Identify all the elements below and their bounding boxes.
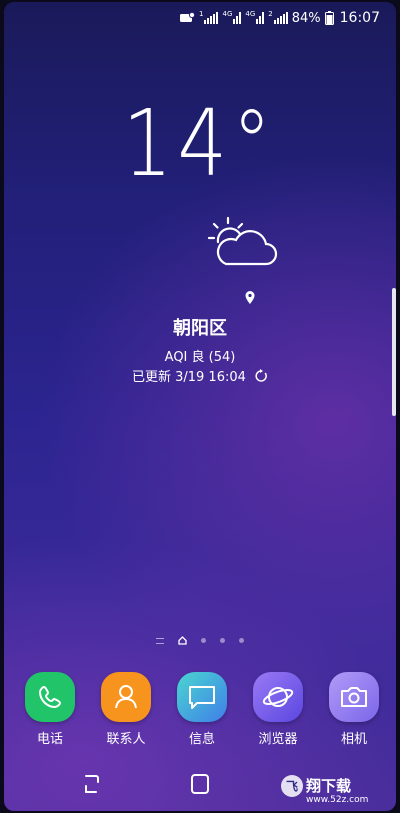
watermark-logo: 飞 翔下载 www.52z.com bbox=[278, 774, 384, 805]
battery-level: 84% bbox=[291, 10, 321, 26]
contacts-icon bbox=[101, 672, 151, 722]
sim1-signal-icon: 1 bbox=[199, 10, 219, 25]
temperature: 14° bbox=[123, 90, 277, 197]
home-page-icon[interactable] bbox=[178, 636, 187, 645]
status-bar: 1 4G 4G 2 84% 16:07 bbox=[4, 2, 396, 34]
status-clock: 16:07 bbox=[339, 10, 380, 26]
network-4g-icon: 4G bbox=[222, 10, 242, 25]
location-name: 朝阳区 bbox=[173, 318, 227, 339]
camera-icon bbox=[329, 672, 379, 722]
app-phone[interactable]: 电话 bbox=[12, 672, 88, 747]
messages-icon bbox=[177, 672, 227, 722]
sim2-signal-icon: 2 bbox=[268, 10, 288, 25]
partly-cloudy-icon bbox=[207, 216, 278, 266]
svg-text:飞: 飞 bbox=[286, 780, 298, 794]
recent-apps-icon[interactable] bbox=[80, 772, 104, 796]
app-contacts[interactable]: 联系人 bbox=[88, 672, 164, 747]
svg-text:翔下载: 翔下载 bbox=[305, 777, 351, 795]
app-label: 相机 bbox=[340, 732, 367, 747]
app-dock: 电话 联系人 信息 浏览器 相机 bbox=[4, 672, 396, 752]
page-dot[interactable] bbox=[220, 638, 225, 643]
app-camera[interactable]: 相机 bbox=[316, 672, 392, 747]
menu-page-icon[interactable] bbox=[156, 637, 164, 644]
browser-icon bbox=[253, 672, 303, 722]
refresh-icon[interactable] bbox=[254, 369, 268, 383]
air-quality: AQI 良 (54) bbox=[164, 350, 236, 365]
svg-text:www.52z.com: www.52z.com bbox=[306, 795, 368, 804]
battery-icon bbox=[324, 11, 334, 25]
home-screen: 1 4G 4G 2 84% 16:07 14° 朝阳区 AQI 良 (54) 已… bbox=[4, 2, 396, 811]
app-messages[interactable]: 信息 bbox=[164, 672, 240, 747]
app-label: 浏览器 bbox=[258, 732, 298, 747]
network-4g-2-icon: 4G bbox=[245, 10, 265, 25]
app-label: 电话 bbox=[36, 732, 63, 747]
page-dot[interactable] bbox=[239, 638, 244, 643]
edge-panel-handle[interactable] bbox=[392, 288, 396, 416]
home-button-icon[interactable] bbox=[188, 772, 212, 796]
watermark-brand-icon: 飞 翔下载 www.52z.com bbox=[281, 775, 368, 805]
app-browser[interactable]: 浏览器 bbox=[240, 672, 316, 747]
notification-icon bbox=[179, 11, 196, 25]
phone-icon bbox=[25, 672, 75, 722]
weather-updated-row: 已更新 3/19 16:04 bbox=[4, 366, 396, 385]
page-indicator bbox=[4, 636, 396, 645]
app-label: 信息 bbox=[188, 732, 215, 747]
page-dot[interactable] bbox=[201, 638, 206, 643]
weather-widget[interactable]: 14° bbox=[4, 94, 396, 194]
app-label: 联系人 bbox=[106, 732, 146, 747]
updated-time: 已更新 3/19 16:04 bbox=[131, 370, 246, 385]
status-icons: 1 4G 4G 2 84% 16:07 bbox=[179, 10, 380, 26]
location-pin-icon bbox=[245, 291, 255, 304]
